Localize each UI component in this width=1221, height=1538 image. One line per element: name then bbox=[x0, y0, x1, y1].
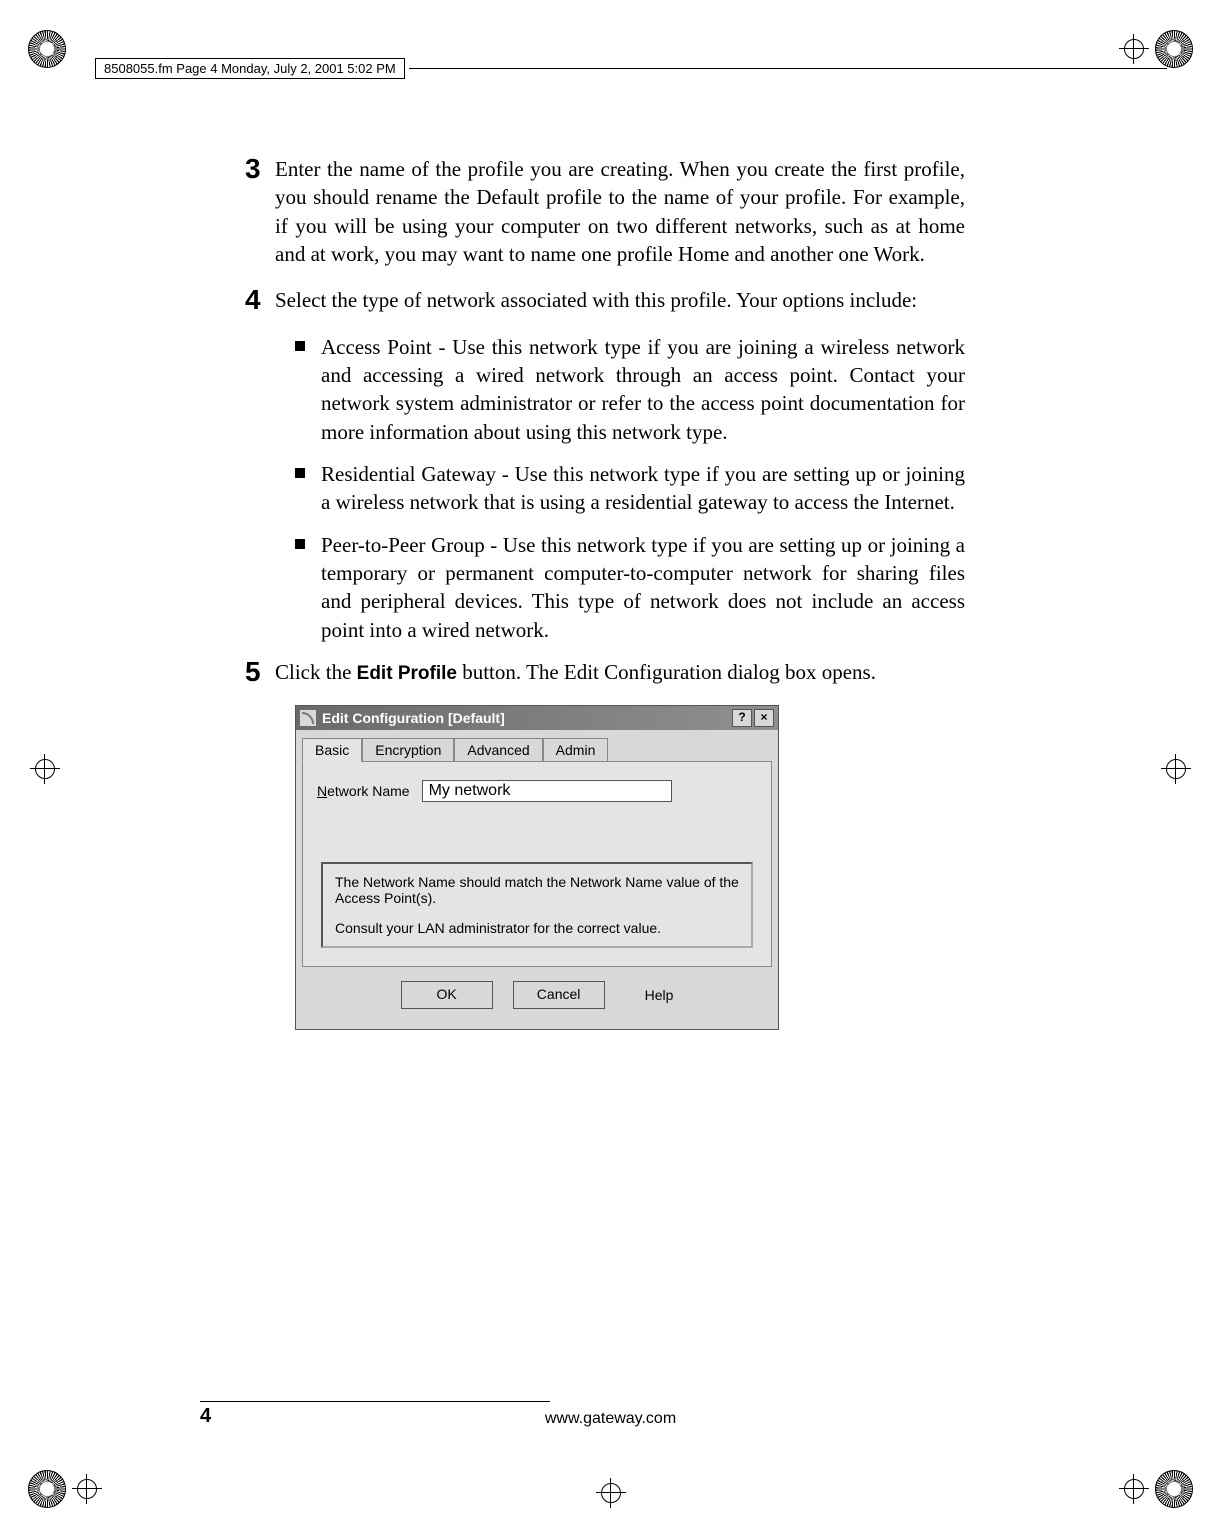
bullet-text: Peer-to-Peer Group - Use this network ty… bbox=[321, 531, 965, 644]
registration-mark-right bbox=[1161, 754, 1191, 784]
help-button[interactable]: ? bbox=[732, 709, 752, 727]
list-item: Residential Gateway - Use this network t… bbox=[295, 460, 965, 517]
step-5-pre: Click the bbox=[275, 660, 357, 684]
list-item: Peer-to-Peer Group - Use this network ty… bbox=[295, 531, 965, 644]
close-button[interactable]: × bbox=[754, 709, 774, 727]
step-5: 5 Click the Edit Profile button. The Edi… bbox=[245, 658, 965, 687]
tab-panel-basic: Network Name The Network Name should mat… bbox=[302, 761, 772, 967]
bullet-text: Residential Gateway - Use this network t… bbox=[321, 460, 965, 517]
info-line-1: The Network Name should match the Networ… bbox=[335, 874, 739, 906]
tab-encryption[interactable]: Encryption bbox=[362, 738, 454, 762]
registration-mark-icon bbox=[72, 1474, 102, 1504]
step-number: 3 bbox=[245, 155, 275, 268]
dialog-title: Edit Configuration [Default] bbox=[322, 710, 730, 726]
crop-mark-tl bbox=[28, 30, 66, 68]
dialog-titlebar[interactable]: Edit Configuration [Default] ? × bbox=[296, 706, 778, 730]
step-text: Select the type of network associated wi… bbox=[275, 286, 917, 314]
step-text: Enter the name of the profile you are cr… bbox=[275, 155, 965, 268]
bullet-icon bbox=[295, 539, 305, 549]
step-5-bold: Edit Profile bbox=[357, 663, 457, 684]
footer-line bbox=[200, 1401, 550, 1402]
step-4: 4 Select the type of network associated … bbox=[245, 286, 965, 314]
help-link[interactable]: Help bbox=[645, 987, 674, 1003]
tab-basic[interactable]: Basic bbox=[302, 738, 362, 762]
info-box: The Network Name should match the Networ… bbox=[321, 862, 753, 948]
dialog-button-row: OK Cancel Help bbox=[302, 967, 772, 1023]
print-wheel-icon bbox=[28, 30, 66, 68]
print-wheel-icon bbox=[1155, 1470, 1193, 1508]
tab-advanced[interactable]: Advanced bbox=[454, 738, 542, 762]
tab-admin[interactable]: Admin bbox=[543, 738, 609, 762]
bullet-text: Access Point - Use this network type if … bbox=[321, 333, 965, 446]
ok-button[interactable]: OK bbox=[401, 981, 493, 1009]
step-3: 3 Enter the name of the profile you are … bbox=[245, 155, 965, 268]
print-wheel-icon bbox=[28, 1470, 66, 1508]
print-header-text: 8508055.fm Page 4 Monday, July 2, 2001 5… bbox=[95, 58, 405, 79]
dialog-body: Basic Encryption Advanced Admin Network … bbox=[296, 730, 778, 1029]
label-rest: etwork Name bbox=[327, 783, 409, 799]
page-footer: 4 www.gateway.com bbox=[0, 1410, 1221, 1428]
crop-mark-br bbox=[1119, 1470, 1193, 1508]
list-item: Access Point - Use this network type if … bbox=[295, 333, 965, 446]
step-text: Click the Edit Profile button. The Edit … bbox=[275, 658, 876, 687]
crop-mark-bl bbox=[28, 1470, 102, 1508]
bullet-icon bbox=[295, 468, 305, 478]
footer-url: www.gateway.com bbox=[545, 1410, 676, 1427]
step-5-post: button. The Edit Configuration dialog bo… bbox=[457, 660, 876, 684]
tab-bar: Basic Encryption Advanced Admin bbox=[302, 738, 772, 762]
registration-mark-bottom bbox=[596, 1478, 626, 1508]
bullet-list: Access Point - Use this network type if … bbox=[295, 333, 965, 644]
edit-configuration-dialog: Edit Configuration [Default] ? × Basic E… bbox=[295, 705, 779, 1030]
step-number: 4 bbox=[245, 286, 275, 314]
wireless-icon bbox=[300, 710, 316, 726]
print-header: 8508055.fm Page 4 Monday, July 2, 2001 5… bbox=[95, 58, 1171, 79]
info-line-2: Consult your LAN administrator for the c… bbox=[335, 920, 739, 936]
registration-mark-icon bbox=[1119, 1474, 1149, 1504]
registration-mark-left bbox=[30, 754, 60, 784]
page-number: 4 bbox=[200, 1405, 211, 1428]
label-accel: N bbox=[317, 783, 327, 799]
network-name-input[interactable] bbox=[422, 780, 672, 802]
network-name-row: Network Name bbox=[317, 780, 757, 802]
network-name-label: Network Name bbox=[317, 783, 410, 799]
bullet-icon bbox=[295, 341, 305, 351]
print-header-line bbox=[409, 68, 1167, 69]
page-content: 3 Enter the name of the profile you are … bbox=[245, 155, 965, 1030]
cancel-button[interactable]: Cancel bbox=[513, 981, 605, 1009]
step-number: 5 bbox=[245, 658, 275, 687]
